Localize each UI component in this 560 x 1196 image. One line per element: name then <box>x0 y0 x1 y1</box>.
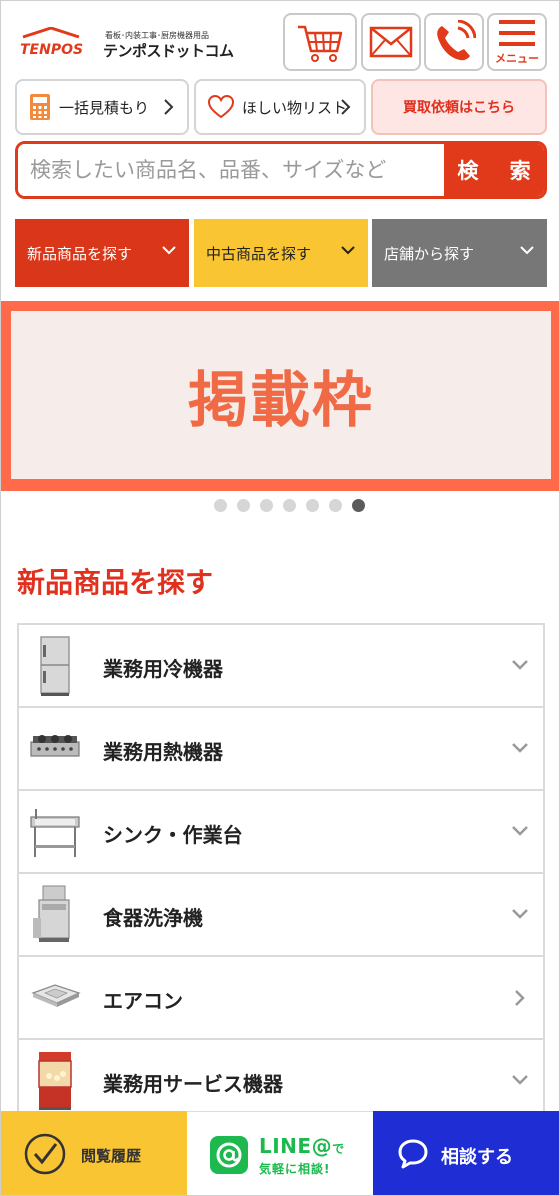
list-item[interactable]: 食器洗浄機 <box>19 874 543 957</box>
list-item-label: 食器洗浄機 <box>103 906 203 930</box>
tab-used-products[interactable]: 中古商品を探す <box>194 219 368 287</box>
tenpos-logo-mark: TENPOS <box>20 27 83 57</box>
category-list: 業務用冷機器 業務用熱機器 シンク・作業台 食器洗浄機 エアコン 業務用サービス… <box>17 623 545 1123</box>
cart-icon <box>298 25 343 62</box>
carousel-dot[interactable] <box>305 499 319 512</box>
sink-icon <box>30 809 80 857</box>
chevron-down-icon <box>341 246 355 255</box>
chevron-down-icon <box>512 1075 528 1085</box>
line-title: LINE@で <box>259 1134 345 1158</box>
list-item-label: シンク・作業台 <box>103 823 243 847</box>
wishlist-label: ほしい物リスト <box>242 98 348 117</box>
search-input[interactable] <box>18 144 444 196</box>
list-item[interactable]: シンク・作業台 <box>19 791 543 874</box>
line-subtitle: 気軽に相談! <box>259 1162 331 1176</box>
line-title-suffix: で <box>332 1142 345 1156</box>
banner-slide[interactable]: 掲載枠 <box>11 311 551 479</box>
checkmark-circle-icon <box>24 1133 66 1175</box>
calculator-icon <box>30 94 50 120</box>
section-title: 新品商品を探す <box>17 566 214 599</box>
menu-label: メニュー <box>495 52 539 65</box>
chevron-down-icon <box>512 743 528 753</box>
chevron-down-icon <box>512 909 528 919</box>
carousel-dot[interactable] <box>213 499 227 512</box>
phone-icon <box>437 20 476 61</box>
hamburger-icon <box>499 20 535 46</box>
carousel-dots <box>1 499 559 512</box>
estimate-button[interactable]: 一括見積もり <box>15 79 189 135</box>
line-at-icon <box>210 1136 248 1174</box>
tab-new-products-label: 新品商品を探す <box>27 244 133 263</box>
list-item-label: 業務用冷機器 <box>103 657 223 681</box>
chevron-down-icon <box>512 826 528 836</box>
tab-stores-label: 店舗から探す <box>384 244 475 263</box>
menu-button[interactable]: メニュー <box>487 13 547 71</box>
line-consult-button[interactable]: LINE@で 気軽に相談! <box>187 1111 373 1195</box>
consult-button[interactable]: 相談する <box>373 1111 559 1195</box>
list-item[interactable]: 業務用冷機器 <box>19 625 543 708</box>
tab-used-products-label: 中古商品を探す <box>206 244 312 263</box>
popcorn-machine-icon <box>38 1052 72 1110</box>
carousel-dot[interactable] <box>328 499 342 512</box>
wishlist-button[interactable]: ほしい物リスト <box>194 79 366 135</box>
mail-button[interactable] <box>361 13 421 71</box>
logo-name: テンポスドットコム <box>103 42 234 60</box>
carousel-dot[interactable] <box>282 499 296 512</box>
carousel-dot[interactable] <box>236 499 250 512</box>
svg-text:TENPOS: TENPOS <box>20 42 83 57</box>
carousel-dot-active[interactable] <box>351 499 365 512</box>
gas-range-icon <box>30 735 80 757</box>
category-tabs: 新品商品を探す 中古商品を探す 店舗から探す <box>15 219 547 287</box>
banner-text: 掲載枠 <box>188 365 374 436</box>
cart-button[interactable] <box>283 13 357 71</box>
list-item-label: エアコン <box>103 989 183 1013</box>
quick-actions: 一括見積もり ほしい物リスト 買取依頼はこちら <box>15 79 547 135</box>
tab-new-products[interactable]: 新品商品を探す <box>15 219 189 287</box>
history-label: 閲覧履歴 <box>81 1147 142 1165</box>
chevron-down-icon <box>520 246 534 255</box>
search-button[interactable]: 検 索 <box>444 144 544 196</box>
heart-icon <box>208 95 234 119</box>
air-conditioner-icon <box>31 984 81 1007</box>
page-frame: TENPOS 看板･内装工事･厨房機器用品 テンポスドットコム メニュー 一括見… <box>0 0 560 1196</box>
search-bar: 検 索 <box>15 141 547 199</box>
tab-stores[interactable]: 店舗から探す <box>372 219 547 287</box>
buyback-button[interactable]: 買取依頼はこちら <box>371 79 547 135</box>
banner-carousel[interactable]: 掲載枠 <box>1 301 559 491</box>
buyback-label: 買取依頼はこちら <box>403 100 515 116</box>
list-item-label: 業務用熱機器 <box>103 740 223 764</box>
dishwasher-icon <box>33 885 70 942</box>
list-item[interactable]: 業務用熱機器 <box>19 708 543 791</box>
estimate-label: 一括見積もり <box>59 98 150 117</box>
list-item[interactable]: エアコン <box>19 957 543 1040</box>
chevron-right-icon <box>515 990 525 1006</box>
chevron-right-icon <box>341 99 351 115</box>
site-header: TENPOS 看板･内装工事･厨房機器用品 テンポスドットコム メニュー <box>1 1 559 77</box>
bottom-action-bar: 閲覧履歴 LINE@で 気軽に相談! 相談する <box>1 1111 559 1195</box>
consult-label: 相談する <box>441 1147 513 1168</box>
line-title-main: LINE@ <box>259 1134 333 1158</box>
history-button[interactable]: 閲覧履歴 <box>1 1111 187 1195</box>
chat-bubble-icon <box>398 1139 428 1169</box>
site-logo[interactable]: TENPOS 看板･内装工事･厨房機器用品 テンポスドットコム <box>19 27 234 60</box>
mail-icon <box>369 26 413 58</box>
chevron-down-icon <box>162 246 176 255</box>
chevron-right-icon <box>164 99 174 115</box>
chevron-down-icon <box>512 660 528 670</box>
refrigerator-icon <box>40 636 70 696</box>
carousel-dot[interactable] <box>259 499 273 512</box>
list-item-label: 業務用サービス機器 <box>103 1072 283 1096</box>
phone-button[interactable] <box>424 13 484 71</box>
